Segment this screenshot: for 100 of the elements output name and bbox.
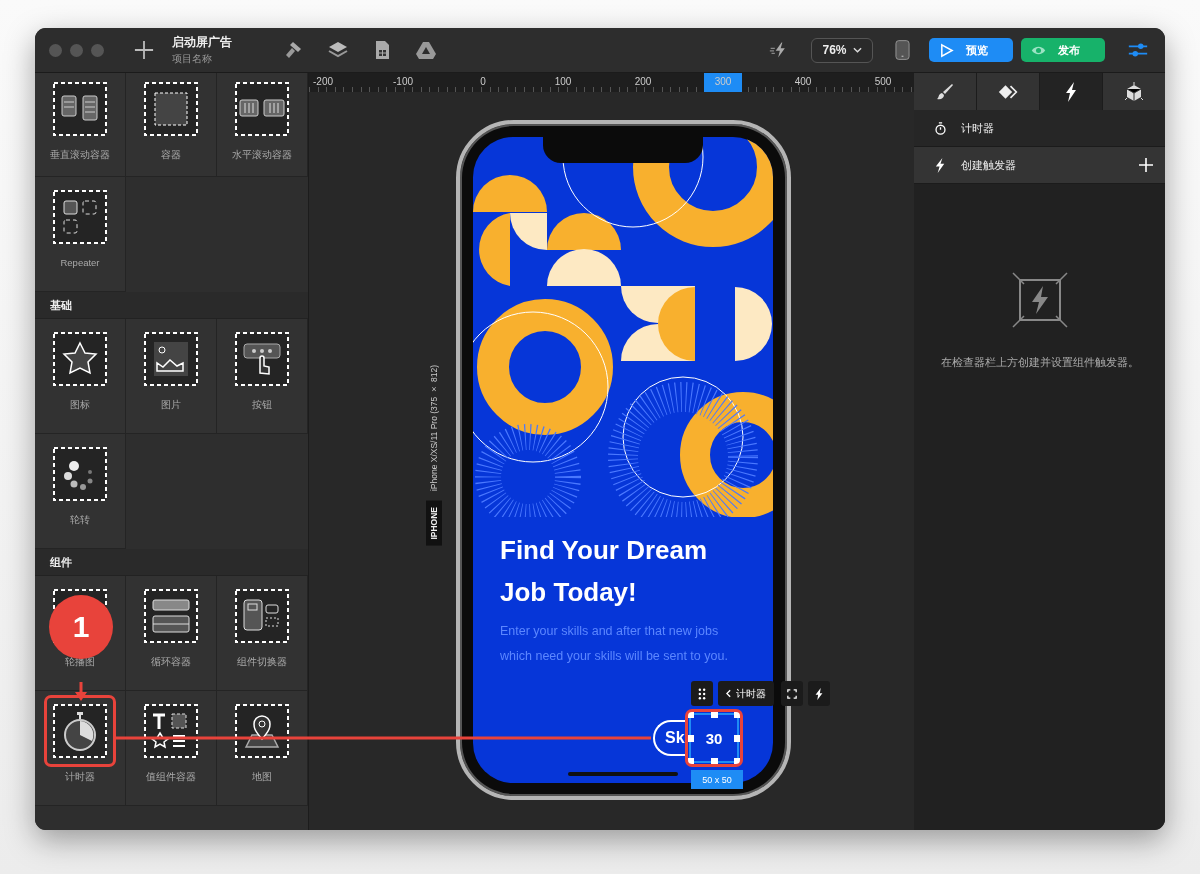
hammer-icon[interactable] (284, 40, 304, 60)
hscroll-tile-icon (234, 81, 290, 137)
section-header: 组件 (35, 549, 308, 576)
map-tile-icon (234, 703, 290, 759)
layers-icon[interactable] (328, 40, 348, 60)
ruler-label: -100 (393, 76, 413, 87)
icon-tile-icon (52, 331, 108, 387)
device-type-badge: IPHONE (426, 501, 442, 546)
create-trigger-label: 创建触发器 (961, 157, 1017, 173)
drag-handle-button[interactable] (691, 681, 713, 706)
tile-label: 图标 (70, 399, 90, 412)
tile-label: 轮转 (70, 514, 90, 527)
timer-component[interactable]: 30 (689, 713, 739, 763)
resize-handle[interactable] (734, 735, 741, 742)
style-tab[interactable] (914, 73, 976, 110)
component-tile[interactable]: 组件切换器 (217, 576, 308, 691)
tile-label: 循环容器 (151, 656, 191, 669)
trigger-button[interactable] (808, 681, 830, 706)
ruler-label: 100 (554, 76, 572, 87)
zoom-dropdown[interactable]: 76% (811, 37, 873, 63)
component-tile[interactable]: 垂直滚动容器 (35, 73, 126, 177)
resize-handle[interactable] (711, 711, 718, 718)
triangle-drive-icon[interactable] (416, 40, 436, 60)
resize-handle[interactable] (687, 711, 694, 718)
switcher-tile-icon (234, 588, 290, 644)
component-tile[interactable]: 容器 (126, 73, 217, 177)
resize-handle[interactable] (711, 758, 718, 765)
resize-handle[interactable] (687, 735, 694, 742)
lightning-icon (934, 157, 947, 173)
component-tab[interactable] (1103, 73, 1165, 110)
chevron-left-icon (726, 689, 731, 698)
empty-trigger-icon (1011, 272, 1068, 328)
ruler-label: 0 (480, 76, 486, 87)
skip-button[interactable]: Sk (653, 720, 686, 756)
cube-icon (1124, 81, 1144, 102)
project-title: 启动屏广告 (172, 34, 232, 51)
vscroll-tile-icon (52, 81, 108, 137)
component-tile[interactable]: 水平滚动容器 (217, 73, 308, 177)
stopwatch-icon (934, 120, 947, 136)
tile-label: Repeater (60, 257, 100, 268)
tile-label: 计时器 (65, 771, 95, 784)
tile-label: 容器 (161, 149, 181, 162)
tile-label: 值组件容器 (146, 771, 196, 784)
phone-device-icon[interactable] (895, 39, 910, 61)
create-trigger-row[interactable]: 创建触发器 (914, 147, 1165, 184)
fullscreen-button[interactable] (781, 681, 803, 706)
trigger-tab[interactable] (1040, 73, 1102, 110)
loop-tile-icon (143, 588, 199, 644)
tile-label: 按钮 (252, 399, 272, 412)
image-tile-icon (143, 331, 199, 387)
ruler-label: 500 (874, 76, 892, 87)
tile-label: 地图 (252, 771, 272, 784)
spinner-tile-icon (52, 446, 108, 502)
body-text: Enter your skills and after that new jobs (500, 623, 720, 640)
repeater-tile-icon (52, 189, 108, 245)
ruler-label: 200 (634, 76, 652, 87)
tile-label: 水平滚动容器 (232, 149, 292, 162)
parent-select-button[interactable]: 计时器 (718, 681, 774, 706)
timer-value: 30 (705, 729, 723, 747)
empty-state-hint: 在检查器栏上方创建并设置组件触发器。 (940, 356, 1139, 370)
add-icon[interactable] (134, 40, 154, 60)
size-label: 50 x 50 (691, 770, 743, 789)
layout-tab[interactable] (977, 73, 1039, 110)
component-tile[interactable]: 循环容器 (126, 576, 217, 691)
component-tile[interactable]: Repeater (35, 177, 126, 292)
fullscreen-icon (787, 687, 797, 700)
component-tile[interactable]: 值组件容器 (126, 691, 217, 806)
component-tile[interactable]: 图片 (126, 319, 217, 434)
ruler-label: 300 (714, 76, 732, 87)
project-subtitle: 项目名称 (172, 52, 213, 66)
container-tile-icon (143, 81, 199, 137)
tile-label: 组件切换器 (237, 656, 287, 669)
tile-label: 轮播图 (65, 656, 95, 669)
play-icon (939, 42, 954, 58)
component-tile[interactable]: 地图 (217, 691, 308, 806)
caret-icon (852, 47, 862, 53)
ruler-label: 400 (794, 76, 812, 87)
value-tile-icon (143, 703, 199, 759)
section-header: 基础 (35, 292, 308, 319)
brush-icon (935, 81, 955, 102)
resize-handle[interactable] (734, 758, 741, 765)
device-name-label: iPhone X/XS/11 Pro (375 × 812) (429, 365, 439, 492)
drag-handle-icon (697, 687, 707, 700)
resize-handle[interactable] (687, 758, 694, 765)
callout-highlight (685, 709, 743, 767)
headline-text: Find Your Dream (500, 534, 709, 567)
body-text: which need your skills will be sent to you. (500, 648, 729, 665)
tile-label: 图片 (161, 399, 181, 412)
timer-tile-icon (52, 703, 108, 759)
headline-text: Job Today! (500, 576, 638, 609)
component-tile[interactable]: 按钮 (217, 319, 308, 434)
tile-label: 垂直滚动容器 (50, 149, 110, 162)
resize-handle[interactable] (734, 711, 741, 718)
button-tile-icon (234, 331, 290, 387)
component-tile[interactable]: 轮转 (35, 434, 126, 549)
lightning-icon (814, 687, 824, 700)
ruler-label: -200 (313, 76, 333, 87)
component-tile[interactable]: 计时器 (35, 691, 126, 806)
component-tile[interactable]: 图标 (35, 319, 126, 434)
preview-button[interactable]: 预览 (929, 38, 1013, 62)
